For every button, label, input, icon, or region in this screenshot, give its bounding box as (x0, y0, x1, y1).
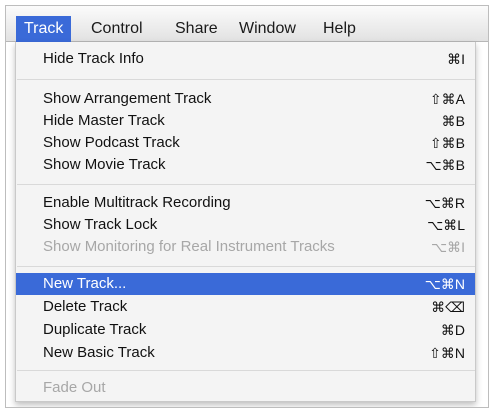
menu-item-shortcut: ⌥⌘I (430, 239, 465, 255)
menu-item-label: Show Movie Track (43, 156, 166, 173)
menubar-item-help[interactable]: Help (315, 16, 364, 42)
menu-item-shortcut: ⇧⌘A (429, 91, 465, 107)
menu-item-label: Hide Track Info (43, 50, 144, 67)
menubar-item-control[interactable]: Control (83, 16, 151, 42)
menubar-item-window[interactable]: Window (231, 16, 304, 42)
menu-item-shortcut: ⌘⌫ (431, 299, 465, 315)
menu-bar: Track Control Share Window Help (6, 6, 488, 42)
menu-item-new-basic-track[interactable]: New Basic Track ⇧⌘N (16, 342, 475, 364)
menu-item-shortcut: ⌥⌘B (425, 157, 465, 173)
menu-separator (17, 184, 475, 185)
menu-item-shortcut: ⌘I (447, 51, 465, 67)
menu-item-fade-out: Fade Out (16, 377, 475, 399)
menubar-item-track[interactable]: Track (16, 16, 72, 42)
menu-item-label: Hide Master Track (43, 112, 165, 129)
menu-item-show-arrangement-track[interactable]: Show Arrangement Track ⇧⌘A (16, 88, 475, 110)
menu-item-duplicate-track[interactable]: Duplicate Track ⌘D (16, 319, 475, 341)
menu-separator (17, 370, 475, 371)
menu-separator (17, 79, 475, 80)
menu-item-label: Enable Multitrack Recording (43, 194, 231, 211)
menu-item-enable-multitrack-recording[interactable]: Enable Multitrack Recording ⌥⌘R (16, 192, 475, 214)
menu-item-label: Show Podcast Track (43, 134, 180, 151)
menu-item-label: Show Monitoring for Real Instrument Trac… (43, 238, 335, 255)
menu-item-delete-track[interactable]: Delete Track ⌘⌫ (16, 296, 475, 318)
menu-item-shortcut: ⌥⌘R (424, 195, 465, 211)
menu-item-label: New Basic Track (43, 344, 155, 361)
menu-item-label: Delete Track (43, 298, 128, 315)
menu-item-shortcut: ⇧⌘N (429, 345, 465, 361)
screenshot-frame: Track Control Share Window Help Hide Tra… (5, 5, 489, 408)
menu-item-label: Duplicate Track (43, 321, 147, 338)
menubar-item-share[interactable]: Share (167, 16, 226, 42)
menu-item-label: Show Track Lock (43, 216, 158, 233)
track-menu-dropdown: Hide Track Info ⌘I Show Arrangement Trac… (15, 42, 476, 402)
menu-item-shortcut: ⌘D (440, 322, 465, 338)
menu-item-show-podcast-track[interactable]: Show Podcast Track ⇧⌘B (16, 132, 475, 154)
menu-item-label: New Track... (43, 275, 127, 292)
menu-item-show-movie-track[interactable]: Show Movie Track ⌥⌘B (16, 154, 475, 176)
menu-item-hide-track-info[interactable]: Hide Track Info ⌘I (16, 48, 475, 70)
menu-item-label: Fade Out (43, 379, 106, 396)
menu-item-hide-master-track[interactable]: Hide Master Track ⌘B (16, 110, 475, 132)
menu-item-shortcut: ⇧⌘B (429, 135, 465, 151)
menu-item-show-monitoring: Show Monitoring for Real Instrument Trac… (16, 236, 475, 258)
menu-item-shortcut: ⌘B (441, 113, 465, 129)
menu-item-shortcut: ⌥⌘L (427, 217, 465, 233)
menu-separator (17, 266, 475, 267)
menu-item-show-track-lock[interactable]: Show Track Lock ⌥⌘L (16, 214, 475, 236)
menu-item-shortcut: ⌥⌘N (424, 276, 465, 292)
menu-item-label: Show Arrangement Track (43, 90, 212, 107)
menu-item-new-track[interactable]: New Track... ⌥⌘N (16, 273, 475, 295)
